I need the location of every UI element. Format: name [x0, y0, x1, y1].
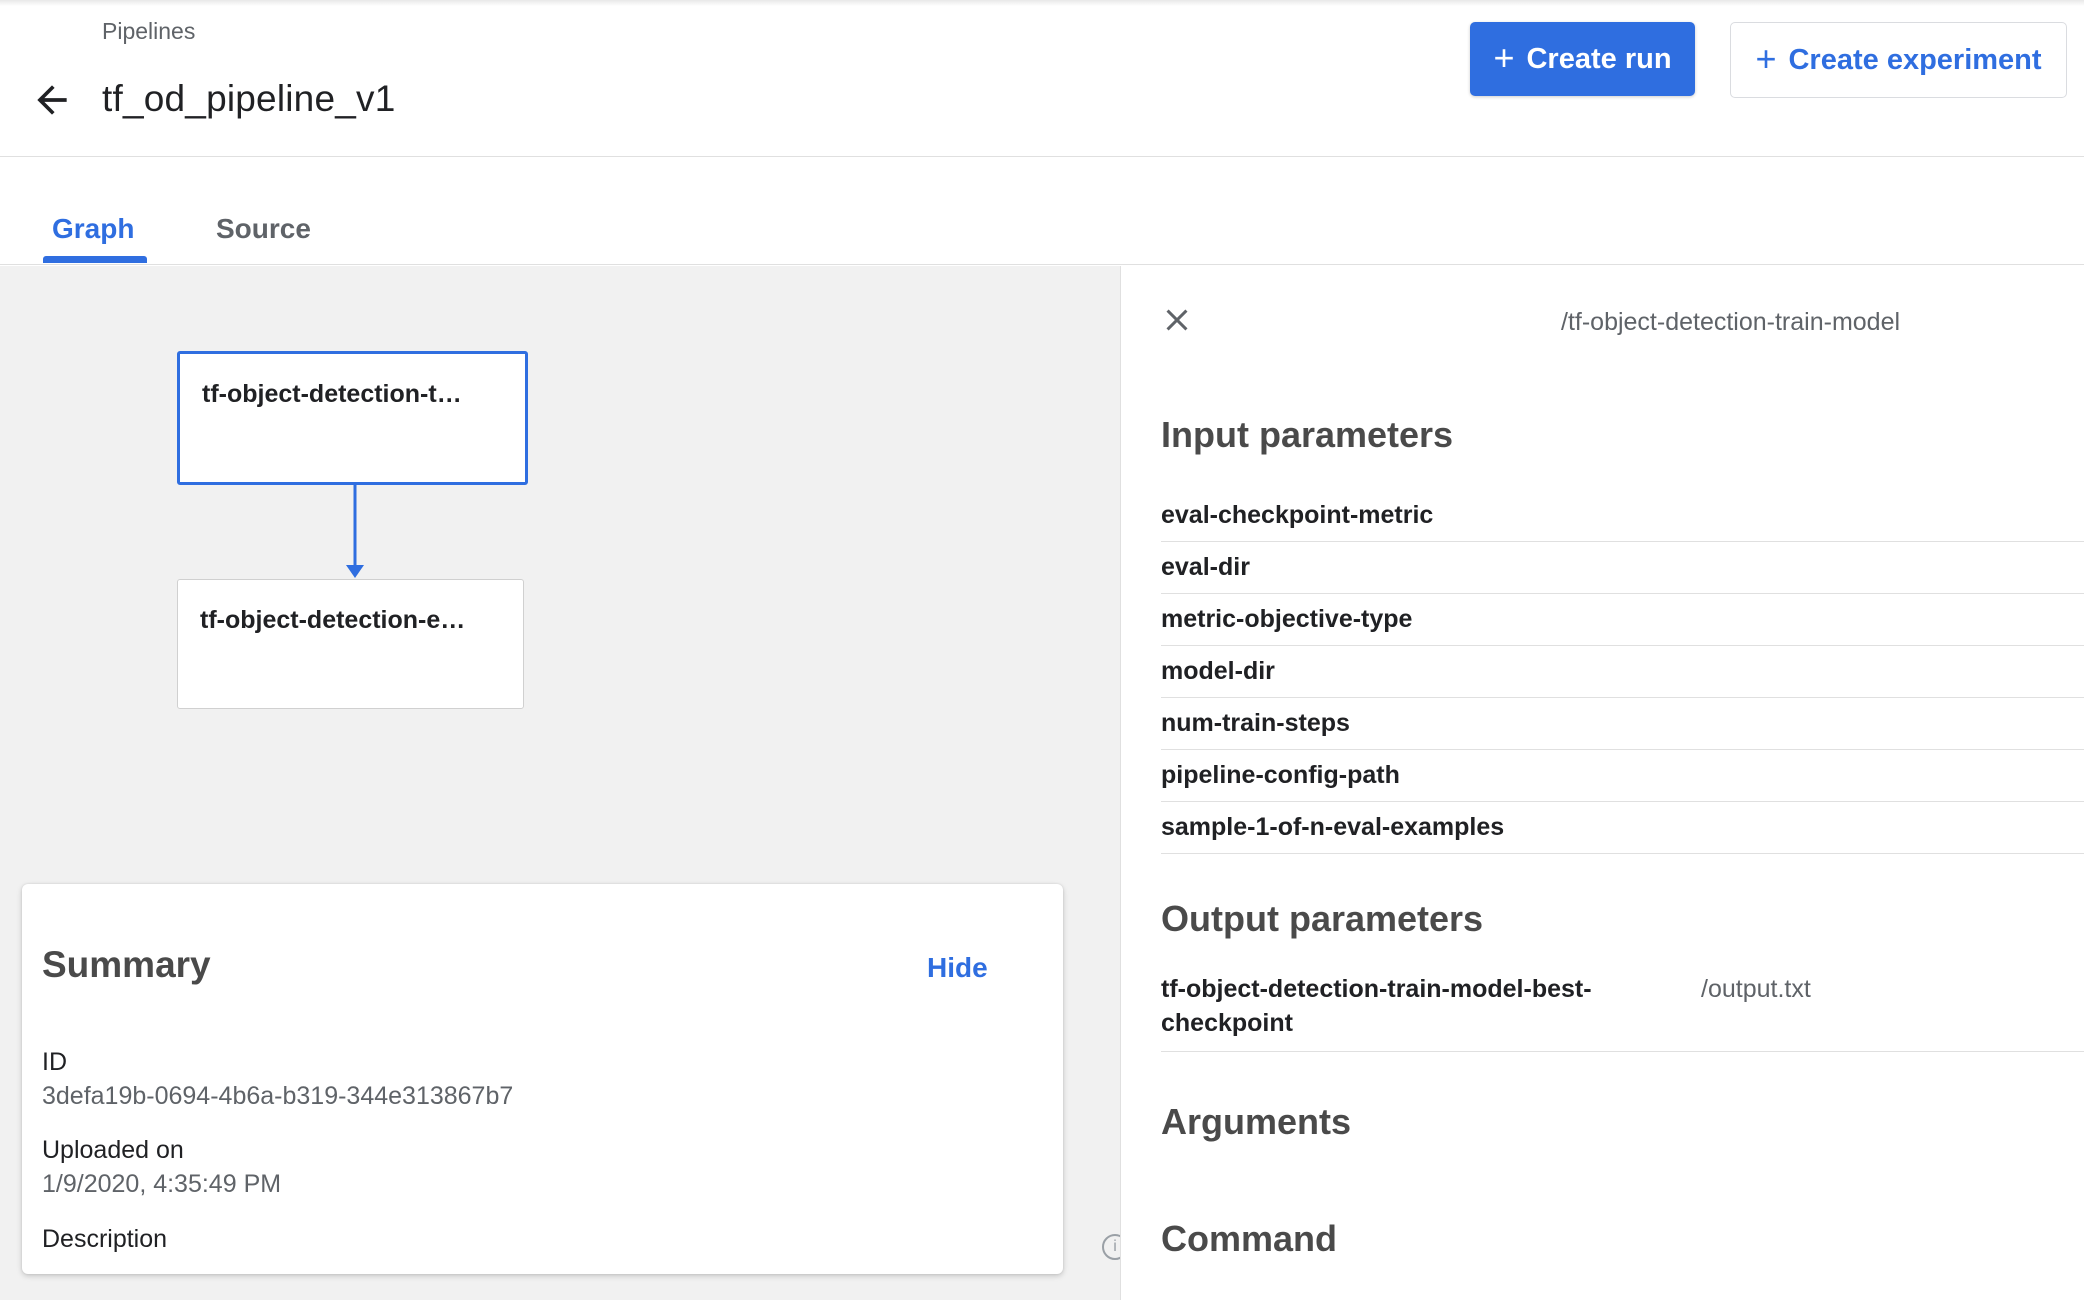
create-run-label: Create run [1526, 42, 1672, 75]
arguments-heading: Arguments [1161, 1101, 1352, 1142]
back-button[interactable] [30, 78, 74, 122]
input-param-row: metric-objective-type [1161, 594, 2084, 646]
arrow-back-icon [37, 85, 67, 115]
id-value: 3defa19b-0694-4b6a-b319-344e313867b7 [42, 1082, 514, 1110]
command-heading: Command [1161, 1218, 1338, 1259]
graph-edge [346, 485, 364, 578]
page-title: tf_od_pipeline_v1 [102, 78, 396, 119]
hide-summary-button[interactable]: Hide [927, 952, 988, 984]
create-run-button[interactable]: + Create run [1470, 22, 1695, 96]
graph-node-train-model[interactable]: tf-object-detection-t… [177, 351, 528, 485]
breadcrumb[interactable]: Pipelines [102, 18, 195, 45]
input-param-row: sample-1-of-n-eval-examples [1161, 802, 2084, 854]
output-parameters-heading: Output parameters [1161, 898, 1484, 939]
input-param-row: eval-checkpoint-metric [1161, 490, 2084, 542]
plus-icon: + [1755, 37, 1777, 79]
uploaded-value: 1/9/2020, 4:35:49 PM [42, 1170, 282, 1198]
summary-title: Summary [42, 944, 211, 985]
output-param-value: /output.txt [1701, 975, 1811, 1003]
uploaded-label: Uploaded on [42, 1136, 184, 1164]
active-tab-indicator [43, 256, 147, 263]
description-label: Description [42, 1225, 168, 1253]
input-parameters-heading: Input parameters [1161, 414, 1454, 455]
close-icon [1166, 309, 1188, 331]
node-details-panel: /tf-object-detection-train-model Input p… [1120, 266, 2084, 1300]
top-shadow [0, 0, 2084, 6]
close-panel-button[interactable] [1159, 302, 1195, 338]
graph-canvas[interactable]: tf-object-detection-t… tf-object-detecti… [0, 266, 1120, 1300]
input-param-row: model-dir [1161, 646, 2084, 698]
input-param-row: eval-dir [1161, 542, 2084, 594]
page-header: Pipelines tf_od_pipeline_v1 + Create run… [0, 0, 2084, 157]
create-experiment-button[interactable]: + Create experiment [1730, 22, 2067, 98]
tab-source[interactable]: Source [216, 213, 311, 245]
summary-card: Summary Hide ID 3defa19b-0694-4b6a-b319-… [22, 884, 1063, 1274]
graph-node-eval-model[interactable]: tf-object-detection-e… [177, 579, 524, 709]
create-experiment-label: Create experiment [1788, 43, 2042, 76]
plus-icon: + [1493, 36, 1515, 78]
output-param-name: tf-object-detection-train-model-best-che… [1161, 975, 1592, 1037]
input-param-row: pipeline-config-path [1161, 750, 2084, 802]
input-param-row: num-train-steps [1161, 698, 2084, 750]
tab-graph[interactable]: Graph [52, 213, 134, 245]
output-param-row: tf-object-detection-train-model-best-che… [1161, 972, 2084, 1052]
tab-bar: Graph Source [0, 157, 2084, 265]
input-parameters-list: eval-checkpoint-metric eval-dir metric-o… [1161, 490, 2084, 854]
id-label: ID [42, 1048, 67, 1076]
panel-title: /tf-object-detection-train-model [1561, 308, 1901, 336]
